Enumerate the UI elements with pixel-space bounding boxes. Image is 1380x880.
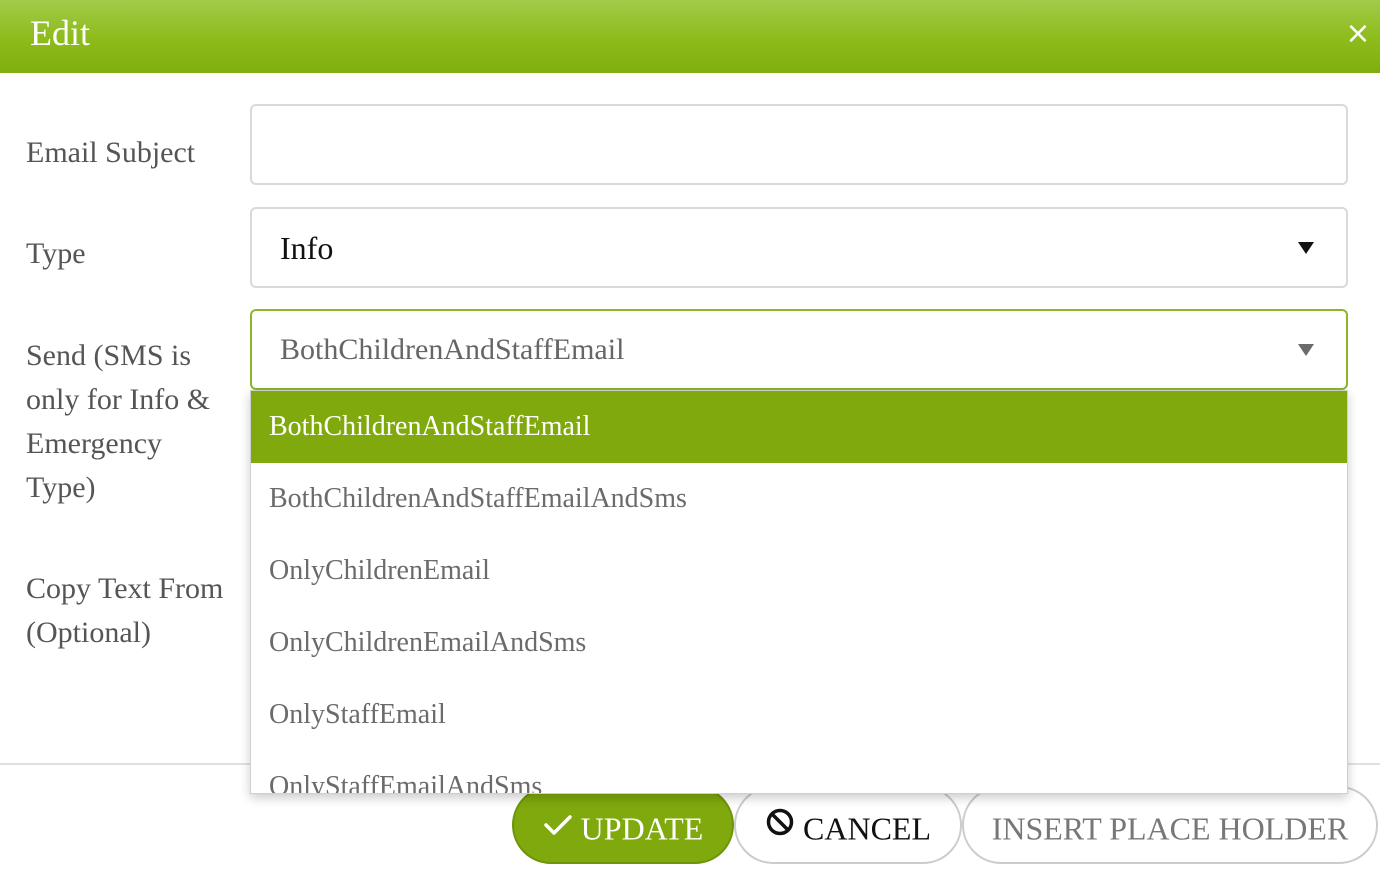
dialog-title: Edit [30,13,90,53]
send-dropdown-list[interactable]: BothChildrenAndStaffEmail BothChildrenAn… [250,390,1348,794]
update-button-label: UPDATE [580,810,704,847]
type-selected-value: Info [280,230,334,266]
dropdown-option[interactable]: BothChildrenAndStaffEmail [251,391,1347,463]
type-select[interactable]: Info [250,207,1348,288]
update-button[interactable]: UPDATE [512,786,734,864]
close-icon[interactable]: × [1340,14,1376,54]
cancel-button[interactable]: CANCEL [734,786,962,864]
dropdown-option[interactable]: OnlyStaffEmail [251,679,1347,751]
copy-text-from-label: Copy Text From (Optional) [26,572,224,649]
dropdown-option[interactable]: OnlyChildrenEmailAndSms [251,607,1347,679]
dropdown-option[interactable]: OnlyChildrenEmail [251,535,1347,607]
type-label: Type [26,237,86,270]
cancel-button-label: CANCEL [803,810,931,847]
check-icon [543,789,573,863]
email-subject-label: Email Subject [26,136,196,169]
chevron-down-icon [1298,242,1314,254]
send-select[interactable]: BothChildrenAndStaffEmail [250,309,1348,390]
send-label: Send (SMS is only for Info & Emergency T… [26,339,211,504]
send-selected-value: BothChildrenAndStaffEmail [280,333,625,366]
insert-placeholder-button-label: INSERT PLACE HOLDER [991,810,1349,847]
email-subject-field-container [250,104,1348,185]
dropdown-option[interactable]: OnlyStaffEmailAndSms [251,751,1347,793]
dropdown-option[interactable]: BothChildrenAndStaffEmailAndSms [251,463,1347,535]
dialog-titlebar: Edit × [0,0,1380,73]
ban-icon [765,789,795,863]
insert-placeholder-button[interactable]: INSERT PLACE HOLDER [962,786,1378,864]
email-subject-input[interactable] [252,106,1346,183]
chevron-down-icon [1298,344,1314,356]
